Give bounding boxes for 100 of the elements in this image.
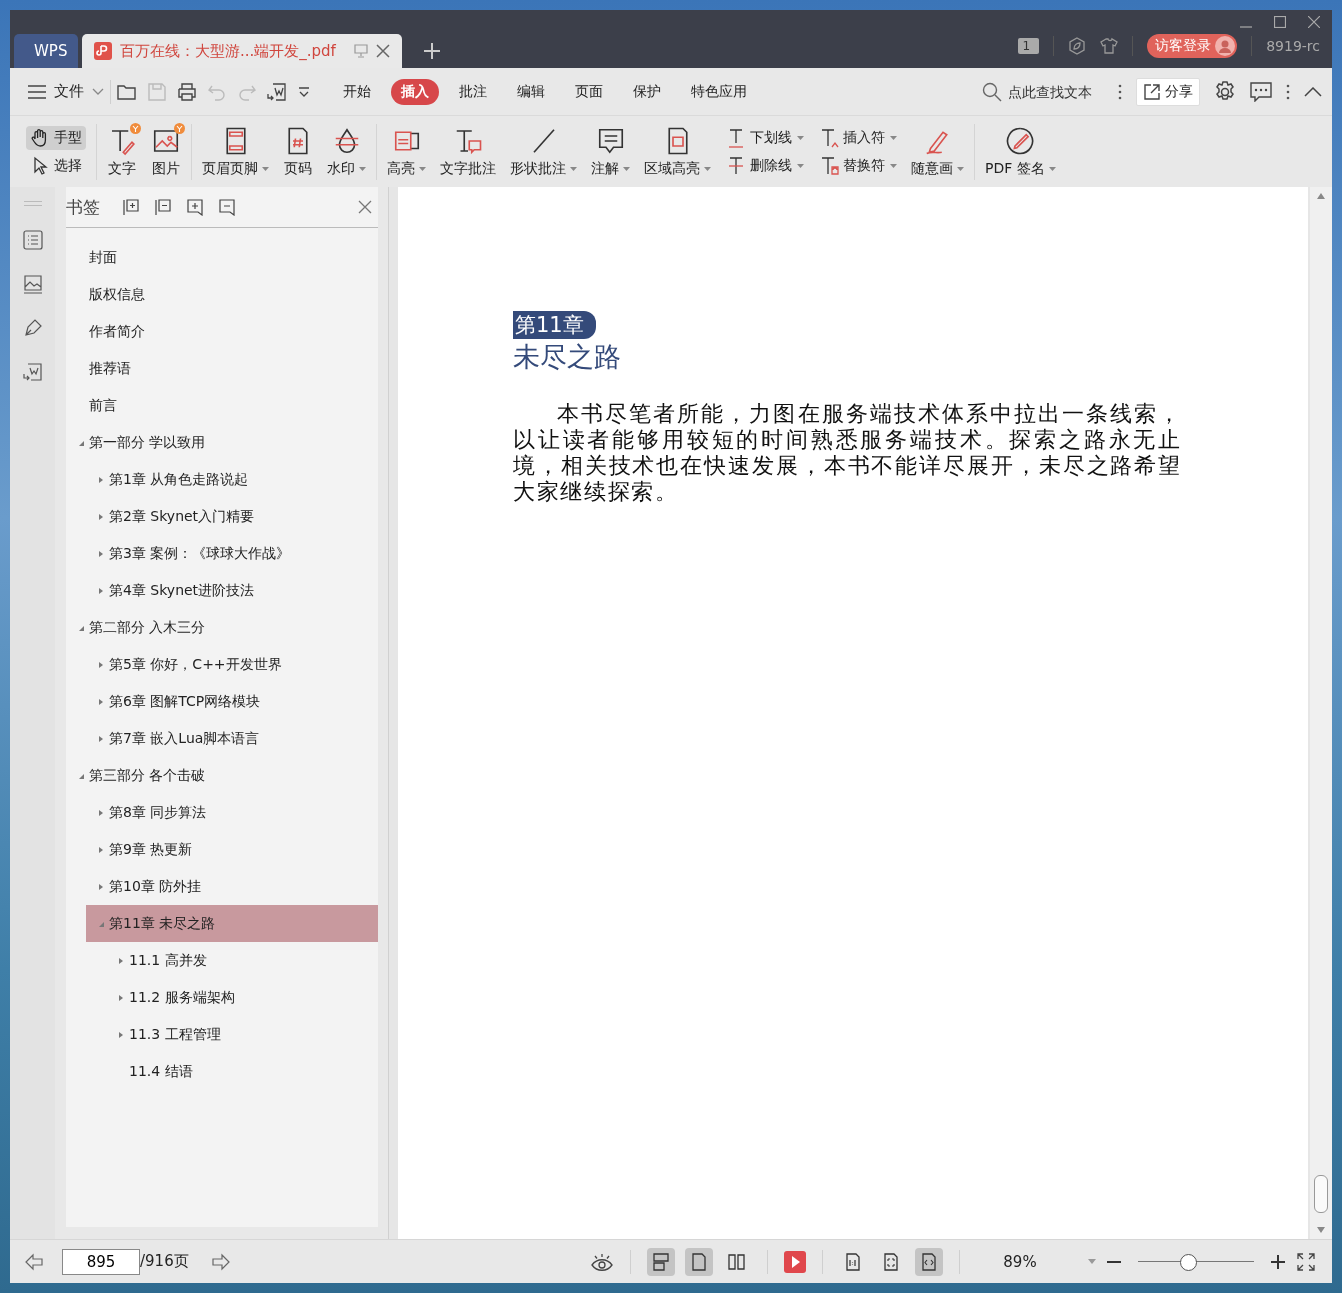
collapsed-triangle-icon[interactable] [97, 698, 104, 705]
add-bookmark-icon[interactable] [186, 198, 204, 216]
ribbon-button[interactable]: 水印 [327, 125, 366, 178]
ribbon-button[interactable]: 注解 [591, 125, 630, 178]
bookmark-item[interactable]: 第5章 你好，C++开发世界 [86, 646, 378, 683]
page-count-badge[interactable]: 1 [1017, 38, 1040, 54]
collapsed-triangle-icon[interactable] [97, 476, 104, 483]
ribbon-tab[interactable]: 批注 [449, 78, 497, 105]
close-icon[interactable] [375, 44, 390, 58]
bookmark-item[interactable]: 第9章 热更新 [86, 831, 378, 868]
pen-nib-icon[interactable] [22, 318, 43, 338]
view-mode-button[interactable] [647, 1247, 675, 1276]
bookmark-item[interactable]: 第二部分 入木三分 [66, 609, 378, 646]
collapsed-triangle-icon[interactable] [97, 846, 104, 853]
export-document-icon[interactable] [267, 81, 287, 102]
bookmark-item[interactable]: 第一部分 学以致用 [66, 424, 378, 461]
image-icon[interactable] [22, 274, 43, 294]
ribbon-tab[interactable]: 特色应用 [681, 78, 757, 105]
bookmark-item[interactable]: 第三部分 各个击破 [66, 757, 378, 794]
collapsed-triangle-icon[interactable] [97, 809, 104, 816]
ribbon-button[interactable]: 图片 [151, 125, 181, 178]
bookmark-item[interactable]: 第3章 案例：《球球大作战》 [86, 535, 378, 572]
home-tab[interactable]: WPS [14, 34, 78, 68]
collapsed-triangle-icon[interactable] [97, 587, 104, 594]
bookmark-item[interactable]: 第2章 Skynet入门精要 [86, 498, 378, 535]
ribbon-button[interactable]: 文字 [107, 125, 137, 178]
ribbon-tab[interactable]: 编辑 [507, 78, 555, 105]
page-number-field[interactable]: 895 [62, 1248, 140, 1275]
close-icon[interactable] [358, 200, 372, 214]
bookmark-item[interactable]: 推荐语 [66, 350, 378, 387]
export-document-icon[interactable] [22, 362, 43, 382]
print-icon[interactable] [177, 81, 197, 102]
pointer-tool-button[interactable]: 手型 [26, 125, 86, 150]
remove-bookmark-icon[interactable] [218, 198, 236, 216]
file-menu[interactable]: 文件 [28, 82, 104, 101]
bookmark-item[interactable]: 第8章 同步算法 [86, 794, 378, 831]
shirt-icon[interactable] [1100, 37, 1119, 55]
ribbon-button[interactable]: 高亮 [387, 125, 426, 178]
expanded-triangle-icon[interactable] [77, 624, 84, 631]
zoom-percent-label[interactable]: 89% [990, 1252, 1050, 1271]
collapsed-triangle-icon[interactable] [117, 1031, 124, 1038]
collapsed-triangle-icon[interactable] [117, 957, 124, 964]
collapsed-triangle-icon[interactable] [117, 994, 124, 1001]
play-slideshow-icon[interactable] [784, 1250, 806, 1273]
fit-mode-button[interactable] [915, 1247, 943, 1276]
bookmark-item[interactable]: 版权信息 [66, 276, 378, 313]
collapse-all-icon[interactable] [154, 198, 172, 216]
expand-all-icon[interactable] [122, 198, 140, 216]
expanded-triangle-icon[interactable] [77, 772, 84, 779]
ribbon-tab[interactable]: 保护 [623, 78, 671, 105]
bookmark-item[interactable]: 第7章 嵌入Lua脚本语言 [86, 720, 378, 757]
fullscreen-icon[interactable] [1296, 1251, 1316, 1272]
collapsed-triangle-icon[interactable] [97, 883, 104, 890]
document-tab[interactable]: 百万在线：大型游...端开发_.pdf [82, 34, 402, 68]
next-page-arrow-icon[interactable] [210, 1251, 231, 1272]
bookmark-item[interactable]: 第1章 从角色走路说起 [86, 461, 378, 498]
dropdown-caret-icon[interactable] [1088, 1259, 1096, 1264]
zoom-slider-thumb[interactable] [1179, 1253, 1197, 1271]
bookmark-item[interactable]: 第4章 Skynet进阶技法 [86, 572, 378, 609]
ribbon-button[interactable]: 页码 [283, 125, 313, 178]
collapse-chevron-icon[interactable] [1304, 86, 1322, 97]
bookmark-item[interactable]: 11.3 工程管理 [106, 1016, 378, 1053]
view-mode-button[interactable] [685, 1247, 713, 1276]
ribbon-button[interactable]: 随意画 [911, 125, 964, 178]
scrollbar-thumb[interactable] [1314, 1175, 1328, 1213]
bookmark-item[interactable]: 11.2 服务端架构 [106, 979, 378, 1016]
ribbon-tab[interactable]: 插入 [391, 78, 439, 105]
new-tab-plus-icon[interactable] [423, 43, 440, 59]
previous-page-arrow-icon[interactable] [24, 1251, 44, 1272]
zoom-slider[interactable] [1138, 1252, 1254, 1271]
collapsed-triangle-icon[interactable] [97, 735, 104, 742]
scroll-up-icon[interactable] [1317, 193, 1325, 199]
ribbon-button[interactable]: 区域高亮 [644, 125, 711, 178]
bookmark-item[interactable]: 前言 [66, 387, 378, 424]
leaf-badge-icon[interactable] [1068, 37, 1087, 55]
ribbon-button[interactable]: PDF 签名 [985, 125, 1056, 178]
maximize-icon[interactable] [1274, 16, 1286, 28]
customize-dropdown-icon[interactable] [297, 84, 311, 99]
collapsed-triangle-icon[interactable] [97, 661, 104, 668]
bookmark-item[interactable]: 第6章 图解TCP网络模块 [86, 683, 378, 720]
ribbon-button[interactable]: 形状批注 [510, 125, 577, 178]
collapsed-triangle-icon[interactable] [97, 550, 104, 557]
bookmark-item[interactable]: 第11章 未尽之路 [86, 905, 378, 942]
ribbon-small-button[interactable]: 插入符 [818, 126, 897, 149]
collapsed-triangle-icon[interactable] [97, 513, 104, 520]
ribbon-small-button[interactable]: 替换符 [818, 154, 897, 177]
scroll-down-icon[interactable] [1317, 1227, 1325, 1233]
bookmark-item[interactable]: 11.1 高并发 [106, 942, 378, 979]
ribbon-small-button[interactable]: 下划线 [725, 126, 804, 149]
more-vertical-icon[interactable] [1118, 83, 1122, 100]
expanded-triangle-icon[interactable] [77, 439, 84, 446]
eye-icon[interactable] [590, 1251, 614, 1272]
bookmark-item[interactable]: 第10章 防外挂 [86, 868, 378, 905]
ribbon-tab[interactable]: 页面 [565, 78, 613, 105]
scrollbar-track[interactable] [1310, 187, 1332, 1239]
share-button[interactable]: 分享 [1136, 77, 1200, 106]
pointer-tool-button[interactable]: 选择 [26, 153, 86, 178]
chat-bubble-icon[interactable] [1250, 81, 1272, 102]
settings-icon[interactable] [1214, 80, 1236, 103]
ribbon-small-button[interactable]: 删除线 [725, 154, 804, 177]
